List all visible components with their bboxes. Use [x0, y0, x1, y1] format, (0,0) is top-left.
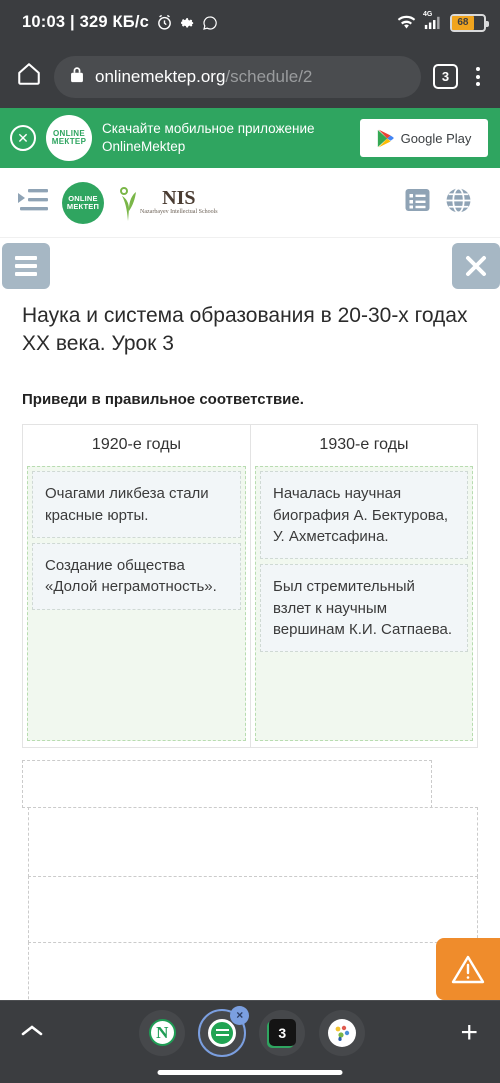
- google-play-button[interactable]: Google Play: [360, 119, 488, 157]
- tab-colorful-app[interactable]: [319, 1009, 366, 1056]
- status-bar-right: 4G 68: [397, 11, 489, 32]
- column-header: 1920-е годы: [91, 436, 182, 454]
- answer-card[interactable]: Началась научная биография А. Бектурова,…: [260, 471, 468, 560]
- cellular-signal-icon: 4G: [423, 11, 442, 30]
- close-icon[interactable]: ✕: [10, 125, 36, 151]
- matching-table: 1920-е годы Очагами ликбеза стали красны…: [22, 424, 478, 749]
- nis-logo[interactable]: NIS Nazarbayev Intellectual Schools: [118, 185, 218, 221]
- plus-icon[interactable]: +: [460, 1017, 478, 1048]
- dropzone-1930s[interactable]: Началась научная биография А. Бектурова,…: [255, 466, 473, 742]
- warning-triangle-icon[interactable]: [436, 938, 500, 1000]
- site-header: ONLINE МЕКТЕП NIS Nazarbayev Intellectua…: [0, 168, 500, 238]
- task-prompt: Приведи в правильное соответствие.: [22, 391, 304, 409]
- onlinemektep-tab-icon: [208, 1018, 237, 1047]
- google-play-label: Google Play: [400, 130, 472, 146]
- empty-dropzone[interactable]: [22, 760, 432, 809]
- dropzone-1920s[interactable]: Очагами ликбеза стали красные юрты. Созд…: [27, 466, 246, 742]
- tab-strip-inner: N × 3 +: [0, 1001, 500, 1064]
- home-indicator: [157, 1070, 343, 1075]
- google-play-icon: [377, 129, 394, 147]
- tab-three[interactable]: 3: [259, 1009, 306, 1056]
- answer-card[interactable]: Очагами ликбеза стали красные юрты.: [32, 471, 241, 539]
- nis-logo-text: NIS Nazarbayev Intellectual Schools: [140, 188, 218, 217]
- battery-icon: 68: [450, 13, 489, 32]
- overflow-menu-icon[interactable]: [470, 67, 486, 86]
- tab-onlinemektep[interactable]: ×: [198, 1005, 250, 1057]
- alarm-icon: [156, 14, 173, 31]
- match-column-1930s: 1930-е годы Началась научная биография А…: [250, 425, 477, 748]
- tab-counter-button[interactable]: 3: [433, 64, 458, 89]
- wifi-icon: [397, 15, 416, 30]
- nis-title: NIS: [162, 187, 196, 210]
- chevron-up-icon[interactable]: [20, 1023, 44, 1042]
- status-bar: 10:03 | 329 КБ/с 4G 68: [0, 0, 500, 45]
- n-app-icon: N: [148, 1019, 176, 1046]
- status-bar-clock: 10:03 | 329 КБ/с: [22, 13, 150, 31]
- nis-sprout-icon: [120, 186, 136, 221]
- empty-dropzone[interactable]: [28, 876, 478, 944]
- url-path: /schedule/2: [225, 66, 313, 86]
- tab-n-app[interactable]: N: [139, 1009, 186, 1056]
- url-text: onlinemektep.org/schedule/2: [95, 67, 312, 87]
- answer-card[interactable]: Был стремительный взлет к научным вершин…: [260, 564, 468, 653]
- lesson-content: Наука и система образования в 20-30-х го…: [0, 294, 500, 1015]
- status-bar-left: 10:03 | 329 КБ/с: [22, 13, 218, 32]
- colorful-app-icon: [328, 1018, 357, 1047]
- browser-toolbar: onlinemektep.org/schedule/2 3: [0, 45, 500, 108]
- app-install-banner: ✕ ONLINE МЕКТЕР Скачайте мобильное прило…: [0, 108, 500, 168]
- three-tab-icon: 3: [268, 1019, 296, 1046]
- empty-dropzone[interactable]: [28, 807, 478, 878]
- page-toolbar: [0, 238, 500, 294]
- hamburger-icon[interactable]: [2, 243, 50, 289]
- nis-subtitle: Nazarbayev Intellectual Schools: [140, 209, 218, 216]
- list-icon[interactable]: [404, 187, 431, 218]
- answer-card[interactable]: Создание общества «Долой неграмотность».: [32, 543, 241, 610]
- tab-items: N × 3: [139, 1005, 366, 1057]
- banner-text: Скачайте мобильное приложение OnlineMekt…: [102, 120, 315, 154]
- column-header: 1930-е годы: [319, 436, 409, 454]
- lock-icon: [70, 66, 84, 88]
- browser-tab-strip: N × 3 +: [0, 1000, 500, 1083]
- logo-line-2: МЕКТЕП: [66, 201, 100, 211]
- logo-line-2: МЕКТЕР: [51, 137, 87, 146]
- url-domain: onlinemektep.org: [95, 66, 226, 86]
- network-type-label: 4G: [423, 11, 433, 18]
- page-title: Наука и система образования в 20-30-х го…: [22, 304, 468, 355]
- close-icon[interactable]: [452, 243, 500, 289]
- close-tab-icon[interactable]: ×: [230, 1005, 250, 1025]
- globe-icon[interactable]: [445, 187, 472, 219]
- indent-list-icon[interactable]: [18, 188, 48, 217]
- address-bar[interactable]: onlinemektep.org/schedule/2: [54, 55, 421, 98]
- empty-dropzone-group: [22, 760, 478, 1015]
- gear-icon: [180, 15, 195, 30]
- battery-level-label: 68: [452, 15, 474, 30]
- whatsapp-icon: [202, 15, 218, 31]
- home-icon[interactable]: [16, 61, 42, 92]
- onlinemektep-logo: ONLINE МЕКТЕР: [46, 115, 92, 161]
- onlinemektep-header-logo[interactable]: ONLINE МЕКТЕП: [62, 181, 104, 224]
- match-column-1920s: 1920-е годы Очагами ликбеза стали красны…: [23, 425, 250, 747]
